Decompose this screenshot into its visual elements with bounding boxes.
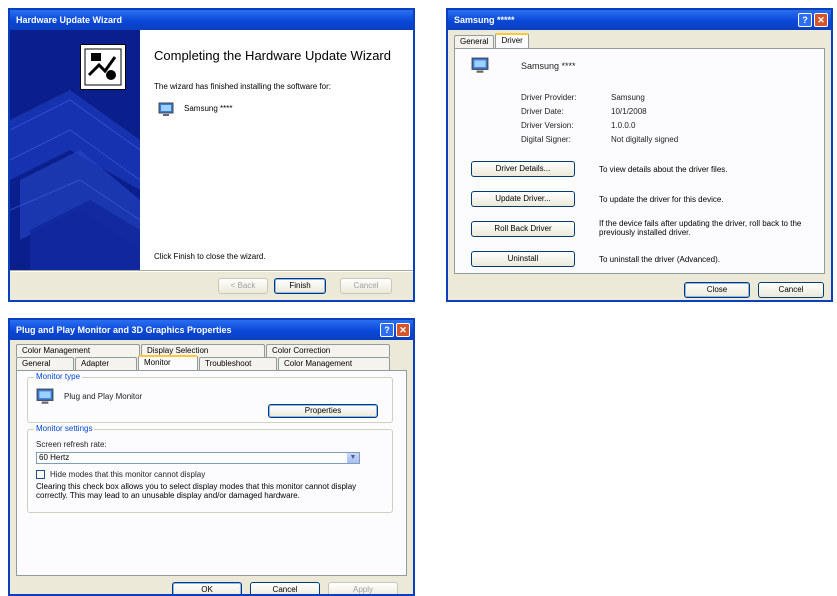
refresh-rate-value: 60 Hertz <box>39 453 70 462</box>
field-label-signer: Digital Signer: <box>521 135 571 144</box>
wizard-window-title: Hardware Update Wizard <box>16 15 122 25</box>
field-value-provider: Samsung <box>611 93 645 102</box>
tab-color-management-1[interactable]: Color Management <box>16 344 140 357</box>
ok-button[interactable]: OK <box>172 582 242 594</box>
hardware-wizard-icon <box>80 44 126 90</box>
display-tabs-row1: Color Management Display Selection Color… <box>16 344 391 357</box>
finish-button[interactable]: Finish <box>274 278 326 294</box>
driver-details-desc: To view details about the driver files. <box>599 165 728 174</box>
wizard-finish-text: Click Finish to close the wizard. <box>154 252 266 261</box>
roll-back-driver-desc: If the device fails after updating the d… <box>599 219 802 237</box>
driver-device-name: Samsung **** <box>521 61 576 71</box>
cancel-button[interactable]: Cancel <box>340 278 392 294</box>
field-value-version: 1.0.0.0 <box>611 121 636 130</box>
wizard-subtext: The wizard has finished installing the s… <box>154 82 331 91</box>
driver-details-button[interactable]: Driver Details... <box>471 161 575 177</box>
roll-back-driver-button[interactable]: Roll Back Driver <box>471 221 575 237</box>
hide-modes-checkbox[interactable] <box>36 470 45 479</box>
driver-props-titlebar[interactable]: Samsung ***** ? ✕ <box>448 10 831 30</box>
back-button[interactable]: < Back <box>218 278 268 294</box>
display-props-titlebar[interactable]: Plug and Play Monitor and 3D Graphics Pr… <box>10 320 413 340</box>
monitor-icon <box>471 57 489 73</box>
wizard-separator <box>10 270 413 272</box>
monitor-type-caption: Monitor type <box>34 372 83 381</box>
wizard-side-banner <box>10 30 140 270</box>
tab-general[interactable]: General <box>16 357 74 370</box>
driver-props-tabs: General Driver <box>454 33 530 48</box>
field-label-version: Driver Version: <box>521 121 574 130</box>
wizard-heading: Completing the Hardware Update Wizard <box>154 48 391 63</box>
tab-general[interactable]: General <box>454 35 495 48</box>
close-icon[interactable]: ✕ <box>396 323 410 337</box>
refresh-rate-label: Screen refresh rate: <box>36 440 107 449</box>
hide-modes-help: Clearing this check box allows you to se… <box>36 482 357 500</box>
help-icon[interactable]: ? <box>380 323 394 337</box>
cancel-button[interactable]: Cancel <box>250 582 320 594</box>
close-icon[interactable]: ✕ <box>814 13 828 27</box>
field-value-date: 10/1/2008 <box>611 107 647 116</box>
tab-driver[interactable]: Driver <box>495 33 529 48</box>
monitor-tab-panel: Monitor type Plug and Play Monitor Prope… <box>16 370 407 576</box>
tab-monitor[interactable]: Monitor <box>138 355 198 370</box>
driver-tab-panel: Samsung **** Driver Provider: Samsung Dr… <box>454 48 825 274</box>
display-tabs-row2: General Adapter Monitor Troubleshoot Col… <box>16 355 391 370</box>
field-label-provider: Driver Provider: <box>521 93 577 102</box>
display-properties-window: Plug and Play Monitor and 3D Graphics Pr… <box>8 318 415 596</box>
monitor-icon <box>158 102 174 116</box>
refresh-rate-select[interactable]: 60 Hertz ▼ <box>36 452 360 464</box>
update-driver-button[interactable]: Update Driver... <box>471 191 575 207</box>
tab-color-correction[interactable]: Color Correction <box>266 344 390 357</box>
apply-button[interactable]: Apply <box>328 582 398 594</box>
update-driver-desc: To update the driver for this device. <box>599 195 724 204</box>
uninstall-button[interactable]: Uninstall <box>471 251 575 267</box>
monitor-type-group: Monitor type Plug and Play Monitor Prope… <box>27 372 393 423</box>
wizard-content: Completing the Hardware Update Wizard Th… <box>140 30 413 270</box>
field-value-signer: Not digitally signed <box>611 135 679 144</box>
driver-props-title: Samsung ***** <box>454 15 515 25</box>
hardware-update-wizard-window: Hardware Update Wizard Completing the Ha… <box>8 8 415 302</box>
monitor-settings-group: Monitor settings Screen refresh rate: 60… <box>27 424 393 513</box>
properties-button[interactable]: Properties <box>268 404 378 418</box>
wizard-device-name: Samsung **** <box>184 104 233 113</box>
hide-modes-label[interactable]: Hide modes that this monitor cannot disp… <box>50 470 205 479</box>
cancel-button[interactable]: Cancel <box>758 282 824 298</box>
close-button[interactable]: Close <box>684 282 750 298</box>
tab-adapter[interactable]: Adapter <box>75 357 137 370</box>
driver-properties-window: Samsung ***** ? ✕ General Driver Samsung… <box>446 8 833 302</box>
field-label-date: Driver Date: <box>521 107 564 116</box>
monitor-name: Plug and Play Monitor <box>64 392 143 401</box>
tab-color-management-2[interactable]: Color Management <box>278 357 390 370</box>
monitor-settings-caption: Monitor settings <box>34 424 95 433</box>
monitor-icon <box>36 388 54 404</box>
wizard-titlebar[interactable]: Hardware Update Wizard <box>10 10 413 30</box>
tab-troubleshoot[interactable]: Troubleshoot <box>199 357 277 370</box>
help-icon[interactable]: ? <box>798 13 812 27</box>
uninstall-desc: To uninstall the driver (Advanced). <box>599 255 720 264</box>
chevron-down-icon[interactable]: ▼ <box>347 453 359 463</box>
display-props-title: Plug and Play Monitor and 3D Graphics Pr… <box>16 325 232 335</box>
